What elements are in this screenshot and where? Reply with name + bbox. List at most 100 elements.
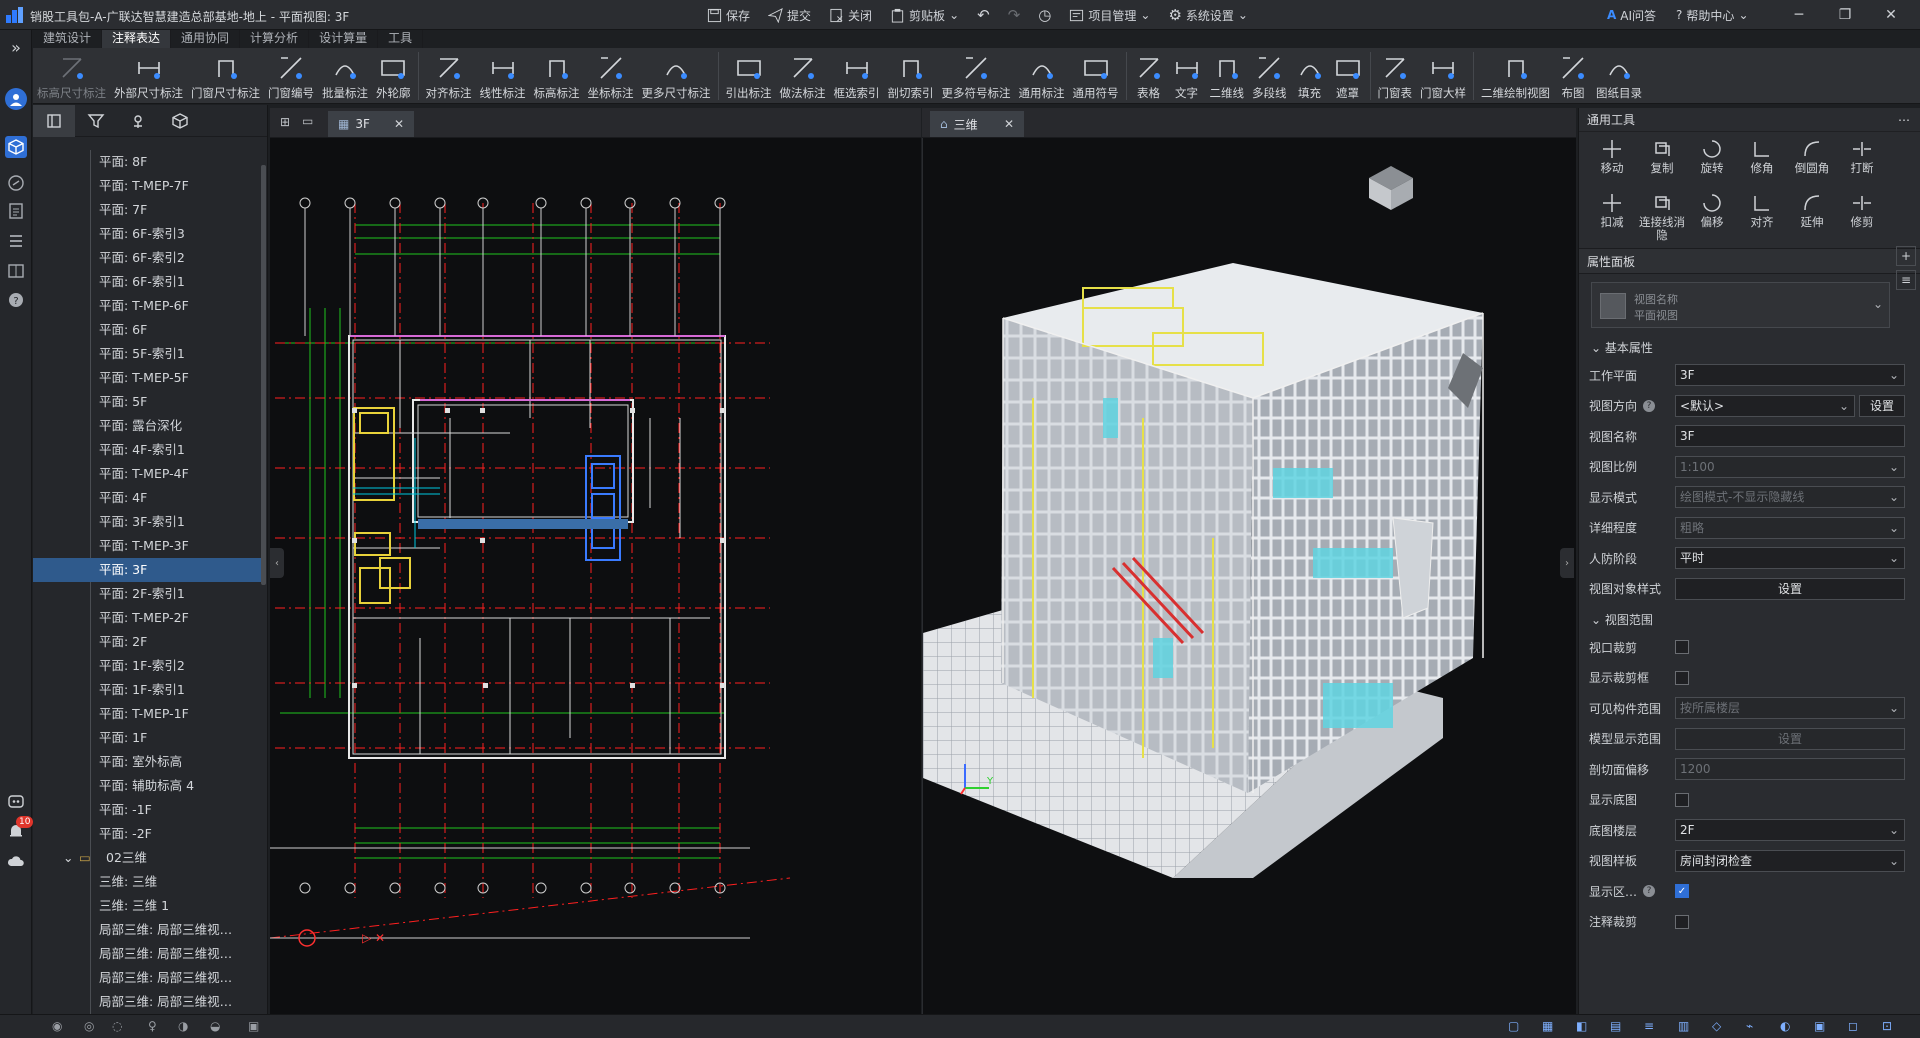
tool-0[interactable]: 移动 [1587,138,1637,188]
prop-select[interactable]: 房间封闭检查 ⌄ [1675,849,1905,872]
prop-select[interactable]: 按所属楼层 ⌄ [1675,697,1905,720]
submit-button[interactable]: 提交 [761,4,818,26]
ribbon-button-g3-1[interactable]: 做法标注 [776,48,830,104]
tree-item[interactable]: 平面: 3F-索引1 [33,510,261,534]
ribbon-button-g4-5[interactable]: 遮罩 [1329,48,1367,104]
3d-view-tab[interactable]: ⌂ 三维 ✕ [930,111,1024,137]
link-nav-button[interactable] [5,172,27,194]
prop-checkbox[interactable] [1675,792,1689,807]
status-display-icon[interactable]: ⌁ [1746,1019,1762,1035]
add-view-button[interactable]: + [1896,246,1916,266]
clipboard-button[interactable]: 剪贴板 ⌄ [883,4,966,26]
notification-nav-button[interactable]: 10 [5,816,34,842]
status-tool-icon[interactable]: ◑ [178,1019,194,1035]
ribbon-button-g3-5[interactable]: 通用标注 [1015,48,1069,104]
tree-item[interactable]: 平面: T-MEP-2F [33,606,261,630]
ribbon-button-g4-1[interactable]: 文字 [1168,48,1206,104]
tree-item[interactable]: 平面: 2F [33,630,261,654]
redo-button[interactable]: ↷ [1001,4,1028,26]
tree-item[interactable]: 平面: 6F-索引3 [33,222,261,246]
prop-select[interactable]: 粗略 ⌄ [1675,516,1905,539]
tree-item[interactable]: 平面: 7F [33,198,261,222]
tree-view-button[interactable] [33,105,75,137]
ribbon-button-g3-0[interactable]: 引出标注 [722,48,776,104]
status-display-icon[interactable]: ≡ [1644,1019,1660,1035]
tree-item[interactable]: 平面: T-MEP-6F [33,294,261,318]
collapse-right-panel-button[interactable]: › [1560,548,1574,578]
tree-item[interactable]: 平面: 5F-索引1 [33,342,261,366]
ribbon-button-g2-4[interactable]: 更多尺寸标注 [638,48,715,104]
tree-filter-button[interactable] [75,105,117,137]
ribbon-button-g6-1[interactable]: 布图 [1554,48,1592,104]
project-manage-button[interactable]: 项目管理 ⌄ [1062,4,1157,26]
tree-item[interactable]: 平面: -1F [33,798,261,822]
status-display-icon[interactable]: ◐ [1780,1019,1796,1035]
prop-button[interactable]: 设置 [1675,727,1905,750]
close-tab-icon[interactable]: ✕ [394,117,404,131]
status-display-icon[interactable]: ▤ [1610,1019,1626,1035]
ribbon-button-g3-2[interactable]: 框选索引 [830,48,884,104]
prop-set-button[interactable]: 设置 [1859,394,1905,417]
status-tool-icon[interactable]: ◉ [52,1019,68,1035]
plan-view-canvas[interactable]: ▷ ✕ [270,138,921,1014]
tool-1[interactable]: 复制 [1637,138,1687,188]
tool-6[interactable]: 扣减 [1587,192,1637,242]
book-nav-button[interactable] [5,260,27,282]
ribbon-button-g1-3[interactable]: 门窗编号 [264,48,318,104]
maximize-button[interactable]: ❐ [1822,0,1868,30]
close-tab-icon[interactable]: ✕ [1004,117,1014,131]
window-icon[interactable]: ▭ [302,114,313,128]
user-nav-button[interactable] [5,88,27,110]
ribbon-button-g4-2[interactable]: 二维线 [1206,48,1249,104]
status-tool-icon[interactable]: ♀ [148,1019,164,1035]
tree-item[interactable]: 平面: 6F-索引1 [33,270,261,294]
tree-item-3d[interactable]: 三维: 三维 1 [33,894,261,918]
robot-nav-button[interactable] [5,790,27,812]
tree-item[interactable]: 平面: T-MEP-4F [33,462,261,486]
status-display-icon[interactable]: ◻ [1848,1019,1864,1035]
tree-item-3d[interactable]: 局部三维: 局部三维视… [33,942,261,966]
ribbon-button-g6-0[interactable]: 二维绘制视图 [1477,48,1554,104]
model-nav-button[interactable] [5,136,27,158]
ribbon-button-g3-6[interactable]: 通用符号 [1069,48,1123,104]
status-tool-icon[interactable]: ◎ [84,1019,100,1035]
ribbon-button-g1-5[interactable]: 外轮廓 [372,48,415,104]
tree-item[interactable]: 平面: 5F [33,390,261,414]
tree-item-3d[interactable]: 三维: 三维 [33,870,261,894]
status-tool-icon[interactable]: ◌ [112,1019,128,1035]
tree-item-3d[interactable]: 局部三维: 局部三维视… [33,990,261,1014]
tree-item[interactable]: 平面: -2F [33,822,261,846]
plan-view-tab[interactable]: ▦ 3F ✕ [328,111,414,137]
collapse-left-panel-button[interactable]: ‹ [270,548,284,578]
status-display-icon[interactable]: ▦ [1542,1019,1558,1035]
cloud-nav-button[interactable] [5,850,27,872]
tab-collaboration[interactable]: 通用协同 [171,30,241,48]
ribbon-button-g1-1[interactable]: 外部尺寸标注 [110,48,187,104]
ribbon-button-g2-0[interactable]: 对齐标注 [422,48,476,104]
tool-4[interactable]: 倒圆角 [1787,138,1837,188]
prop-input[interactable]: 3F [1675,425,1905,448]
close-window-button[interactable]: ✕ [1868,0,1914,30]
status-display-icon[interactable]: ◧ [1576,1019,1592,1035]
close-file-button[interactable]: 关闭 [822,4,879,26]
expand-nav-button[interactable]: » [5,36,27,58]
tree-item[interactable]: 平面: T-MEP-1F [33,702,261,726]
tree-item[interactable]: 平面: 室外标高 [33,750,261,774]
ribbon-button-g5-0[interactable]: 门窗表 [1374,48,1417,104]
tab-annotation[interactable]: 注释表达 [102,30,172,48]
tool-2[interactable]: 旋转 [1687,138,1737,188]
tab-architecture[interactable]: 建筑设计 [33,30,103,48]
prop-checkbox[interactable] [1675,640,1689,655]
minimize-button[interactable]: ─ [1776,0,1822,30]
tool-5[interactable]: 打断 [1837,138,1887,188]
tree-folder-3d[interactable]: ⌄ ▭ 02三维 [33,846,261,870]
prop-select[interactable]: 3F ⌄ [1675,364,1905,387]
ribbon-button-g4-3[interactable]: 多段线 [1248,48,1291,104]
system-settings-button[interactable]: ⚙ 系统设置 ⌄ [1161,4,1255,26]
tab-analysis[interactable]: 计算分析 [240,30,310,48]
tree-item[interactable]: 平面: 8F [33,150,261,174]
tree-item[interactable]: 平面: T-MEP-7F [33,174,261,198]
ribbon-button-g3-4[interactable]: 更多符号标注 [938,48,1015,104]
prop-select[interactable]: 平时 ⌄ [1675,547,1905,570]
save-button[interactable]: 保存 [700,4,757,26]
